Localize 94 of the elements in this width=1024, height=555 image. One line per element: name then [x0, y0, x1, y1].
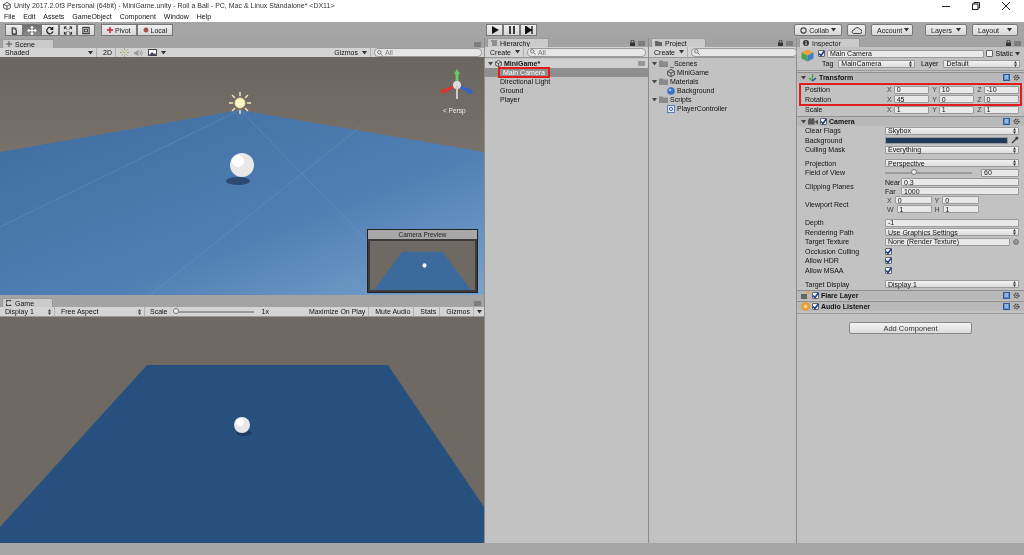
rotate-tool-button[interactable] — [41, 24, 59, 36]
checkbox[interactable] — [885, 257, 892, 265]
rect-icon — [81, 25, 91, 35]
gear-icon[interactable] — [1013, 74, 1020, 81]
folder-icon — [659, 78, 668, 85]
scale-icon — [63, 25, 73, 35]
caret-icon — [1007, 28, 1012, 32]
expand-arrow-icon[interactable] — [488, 61, 493, 66]
pivot-icon — [107, 27, 113, 33]
unity-logo-icon — [667, 68, 675, 77]
info-icon — [803, 40, 809, 46]
expand-arrow-icon[interactable] — [652, 79, 657, 84]
caret-icon — [515, 50, 520, 54]
folder-icon — [659, 60, 668, 67]
search-icon — [530, 49, 536, 55]
stepper-icon — [1013, 229, 1016, 236]
circle-icon — [800, 26, 808, 34]
restore-icon[interactable] — [972, 1, 980, 10]
stepper-icon — [48, 308, 51, 315]
scale-slider-thumb[interactable] — [172, 307, 179, 314]
sphere-icon — [667, 86, 675, 95]
move-icon — [27, 25, 37, 35]
checkbox[interactable] — [986, 50, 994, 57]
expand-arrow-icon[interactable] — [801, 75, 806, 80]
scale-tool-button[interactable] — [59, 24, 77, 36]
cloud-button[interactable] — [847, 24, 866, 36]
color-field[interactable] — [885, 136, 1008, 144]
step-icon — [524, 26, 533, 34]
search-icon — [377, 49, 383, 56]
stepper-icon — [1013, 127, 1016, 134]
play-button[interactable] — [486, 24, 503, 36]
checkbox[interactable] — [885, 267, 892, 274]
gear-icon[interactable] — [1013, 117, 1020, 125]
stepper-icon — [138, 308, 141, 315]
move-tool-button[interactable] — [23, 24, 41, 36]
caret-icon — [956, 28, 961, 32]
camera-icon — [808, 117, 818, 125]
step-button[interactable] — [520, 24, 537, 36]
checkbox[interactable] — [812, 291, 819, 299]
light-gizmo-icon — [229, 92, 251, 114]
stepper-icon — [1013, 146, 1016, 153]
speaker-icon — [801, 301, 810, 311]
orientation-gizmo-icon[interactable] — [440, 69, 474, 101]
stepper-icon — [1013, 160, 1016, 167]
cube-icon — [801, 49, 814, 62]
play-icon — [490, 26, 499, 34]
pause-button[interactable] — [503, 24, 520, 36]
lock-icon[interactable] — [630, 40, 635, 46]
eyedropper-icon[interactable] — [1011, 136, 1019, 145]
crosshair-icon — [6, 41, 12, 47]
hand-tool-button[interactable] — [5, 24, 23, 36]
help-book-icon[interactable] — [1003, 291, 1010, 299]
pause-icon — [507, 26, 516, 34]
help-book-icon[interactable] — [1003, 302, 1010, 310]
search-icon — [694, 49, 700, 55]
rect-tool-button[interactable] — [77, 24, 95, 36]
caret-icon — [362, 50, 367, 55]
checkbox[interactable] — [820, 117, 827, 125]
stepper-icon — [1013, 281, 1016, 288]
expand-arrow-icon[interactable] — [652, 61, 657, 66]
caret-icon — [831, 28, 836, 32]
help-book-icon[interactable] — [1003, 117, 1010, 125]
expand-arrow-icon[interactable] — [652, 97, 657, 102]
cloud-icon — [851, 26, 862, 34]
checkbox[interactable] — [812, 302, 819, 310]
close-icon[interactable] — [1002, 1, 1010, 10]
stepper-icon — [908, 60, 912, 67]
flare-icon — [801, 291, 810, 300]
lock-icon[interactable] — [778, 40, 783, 46]
unity-logo-icon — [3, 1, 11, 10]
help-book-icon[interactable] — [1003, 74, 1010, 81]
caret-icon — [1015, 51, 1020, 56]
rotate-icon — [45, 25, 55, 35]
slider-thumb[interactable] — [910, 168, 917, 175]
image-icon[interactable] — [147, 49, 157, 56]
caret-icon — [679, 50, 684, 54]
target-icon[interactable] — [1013, 238, 1019, 245]
caret-icon — [88, 50, 93, 55]
list-icon — [491, 40, 497, 46]
transform-axes-icon — [808, 73, 817, 82]
checkbox[interactable] — [885, 247, 892, 255]
unity-logo-icon — [495, 60, 502, 67]
sphere-icon — [142, 27, 149, 33]
caret-icon — [160, 50, 166, 55]
stepper-icon — [1014, 60, 1017, 67]
folder-icon — [659, 96, 668, 103]
checkbox[interactable] — [818, 50, 825, 57]
lock-icon[interactable] — [1006, 40, 1011, 46]
crescent-icon — [6, 300, 12, 306]
caret-icon — [904, 28, 910, 32]
search-field[interactable] — [691, 47, 797, 57]
caret-icon — [477, 309, 482, 314]
script-icon — [667, 104, 675, 113]
expand-arrow-icon[interactable] — [801, 118, 806, 124]
